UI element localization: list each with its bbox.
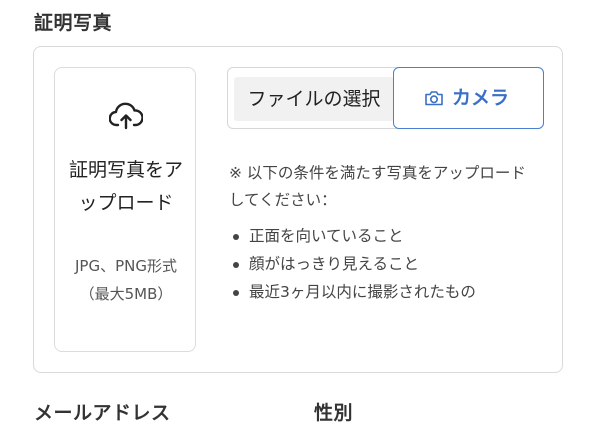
requirements-note: ※ 以下の条件を満たす写真をアップロードしてください： — [229, 164, 526, 209]
requirements-list: 正面を向いていること 顔がはっきり見えること 最近3ヶ月以内に撮影されたもの — [229, 222, 476, 306]
camera-button-label: カメラ — [452, 87, 510, 109]
cloud-upload-icon — [109, 102, 143, 130]
upload-format-hint: JPG、PNG形式（最大5MB） — [75, 257, 177, 303]
list-item: 顔がはっきり見えること — [229, 250, 476, 278]
photo-upload-dropzone[interactable]: 証明写真をアップロード JPG、PNG形式（最大5MB） — [54, 67, 196, 352]
file-select-button[interactable]: ファイルの選択 — [234, 77, 394, 121]
list-item: 最近3ヶ月以内に撮影されたもの — [229, 278, 476, 306]
upload-title: 証明写真をアップロード — [68, 159, 183, 214]
camera-button[interactable]: カメラ — [393, 67, 544, 129]
camera-icon — [425, 91, 443, 106]
section-title-photo: 証明写真 — [34, 12, 113, 34]
list-item: 正面を向いていること — [229, 222, 476, 250]
